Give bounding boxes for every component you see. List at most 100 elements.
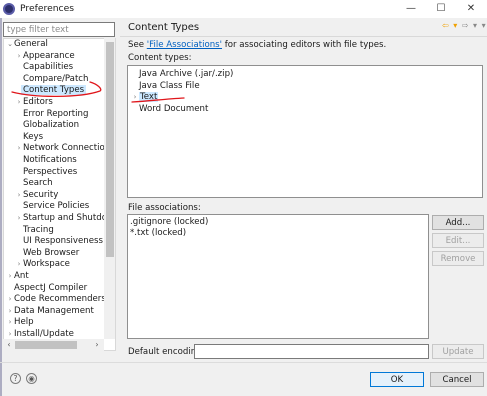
tree-item[interactable]: › Startup and Shutdown [15,213,116,225]
expand-chevron-icon[interactable]: › [15,259,23,271]
file-associations-link[interactable]: 'File Associations' [147,40,222,50]
tree-item[interactable]: Capabilities [15,62,73,74]
tree-item-label: Tracing [23,224,54,235]
file-associations-label: File associations: [128,203,201,213]
expand-chevron-icon[interactable]: › [15,190,23,202]
description-prefix: See [128,40,147,50]
tree-item[interactable]: › Code Recommenders [6,294,106,306]
expand-chevron-icon[interactable]: › [15,143,23,155]
expand-chevron-icon[interactable]: ⌄ [6,39,14,51]
footer-divider [0,362,487,363]
tree-item-label: AspectJ Compiler [14,282,88,293]
content-type-label: Word Document [139,103,209,114]
default-encoding-input[interactable] [194,344,429,359]
maximize-button[interactable]: ☐ [426,0,456,18]
tree-item[interactable]: › Network Connections [15,143,115,155]
tree-item[interactable]: Notifications [15,155,77,167]
remove-button[interactable]: Remove [432,251,484,266]
tree-item[interactable]: Tracing [15,225,54,237]
content-types-tree: Java Archive (.jar/.zip) Java Class File ›… [127,65,483,198]
forward-arrow-icon[interactable]: ⇨ ▾ ▾ [462,21,487,30]
tree-item[interactable]: AspectJ Compiler [6,283,87,295]
tree-item[interactable]: Keys [15,132,43,144]
tree-item-label: Keys [23,131,44,142]
content-type-item[interactable]: › Text [131,91,159,103]
file-association-item[interactable]: .gitignore (locked) [130,217,208,228]
tree-item[interactable]: Content Types [15,85,87,97]
cancel-button[interactable]: Cancel [430,372,484,387]
background-window-edge [0,18,2,396]
tree-item-label: Content Types [21,85,87,96]
tree-item-label: Web Browser [23,247,80,258]
import-export-icon[interactable]: ◉ [26,373,37,384]
tree-item[interactable]: Perspectives [15,167,77,179]
tree-item[interactable]: › Ant [6,271,29,283]
content-type-item[interactable]: Word Document [131,103,208,115]
filter-input[interactable] [3,22,115,37]
expand-chevron-icon[interactable]: › [6,306,14,318]
tree-item-label: Appearance [23,50,75,61]
tree-item-label: Ant [14,271,29,281]
expand-chevron-icon[interactable]: › [131,91,139,103]
tree-item[interactable]: › Workspace [15,259,70,271]
tree-item[interactable]: Error Reporting [15,109,88,121]
tree-item-label: Help [14,317,34,328]
tree-item[interactable]: Service Policies [15,201,89,213]
tree-item-label: Workspace [23,259,70,270]
update-button[interactable]: Update [432,344,484,359]
tree-item-label: Service Policies [23,201,90,212]
expand-chevron-icon[interactable]: › [6,317,14,329]
preference-tree: ⌄General › Appearance Capabilities Compare/P… [3,38,116,351]
description-suffix: for associating editors with file types. [222,40,387,50]
window-title: Preferences [20,3,75,14]
history-nav[interactable]: ⇦ ▾ ⇨ ▾ ▾ [442,21,487,30]
tree-item-label: General [14,39,48,49]
content-type-item[interactable]: Java Archive (.jar/.zip) [131,68,233,80]
content-type-label: Java Archive (.jar/.zip) [139,69,234,79]
tree-item[interactable]: › Security [15,189,59,202]
file-associations-list: .gitignore (locked) *.txt (locked) [127,214,429,339]
expand-chevron-icon[interactable]: › [15,51,23,63]
app-icon [3,3,15,15]
tree-item[interactable]: UI Responsiveness Monitoring [15,236,115,248]
tree-item-label: UI Responsiveness Monitoring [23,236,115,247]
tree-item-label: Install/Update [14,329,74,339]
tree-item[interactable]: › Appearance [15,51,75,63]
add-button[interactable]: Add... [432,215,484,230]
tree-item-label: Editors [23,97,53,107]
tree-item-label: Code Recommenders [14,294,106,305]
tree-vertical-scroll-thumb[interactable] [106,42,114,257]
tree-item-label: Search [23,178,53,189]
expand-chevron-icon[interactable]: › [15,213,23,225]
header-divider [120,36,487,37]
tree-item[interactable]: Search [15,178,53,190]
expand-chevron-icon[interactable]: › [6,271,14,283]
tree-item[interactable]: › Editors [15,97,53,109]
back-arrow-icon[interactable]: ⇦ ▾ [442,21,458,30]
edit-button[interactable]: Edit... [432,233,484,248]
tree-item[interactable]: › Help [6,317,34,329]
tree-item-label: Security [23,189,59,200]
tree-item[interactable]: Compare/Patch [15,74,88,86]
content-types-label: Content types: [128,53,192,63]
ok-button[interactable]: OK [370,372,424,387]
tree-item[interactable]: Globalization [15,120,79,132]
tree-item[interactable]: ⌄General [6,39,48,51]
scroll-right-arrow-icon[interactable]: › [92,339,102,351]
file-association-item[interactable]: *.txt (locked) [130,228,186,239]
help-icon[interactable]: ? [10,373,21,384]
tree-item[interactable]: › Data Management [6,306,94,318]
tree-item-label: Error Reporting [23,108,89,119]
tree-item-label: Startup and Shutdown [23,213,116,223]
tree-item-label: Notifications [23,155,77,165]
tree-item-label: Compare/Patch [23,73,89,84]
content-type-item[interactable]: Java Class File [131,80,200,92]
tree-item[interactable]: Web Browser [15,248,79,260]
expand-chevron-icon[interactable]: › [6,294,14,306]
expand-chevron-icon[interactable]: › [15,97,23,109]
minimize-button[interactable]: — [396,0,426,18]
content-type-label: Java Class File [139,80,200,91]
scroll-left-arrow-icon[interactable]: ‹ [4,339,14,351]
close-button[interactable]: ✕ [456,0,486,18]
tree-horizontal-scroll-thumb[interactable] [15,341,77,349]
